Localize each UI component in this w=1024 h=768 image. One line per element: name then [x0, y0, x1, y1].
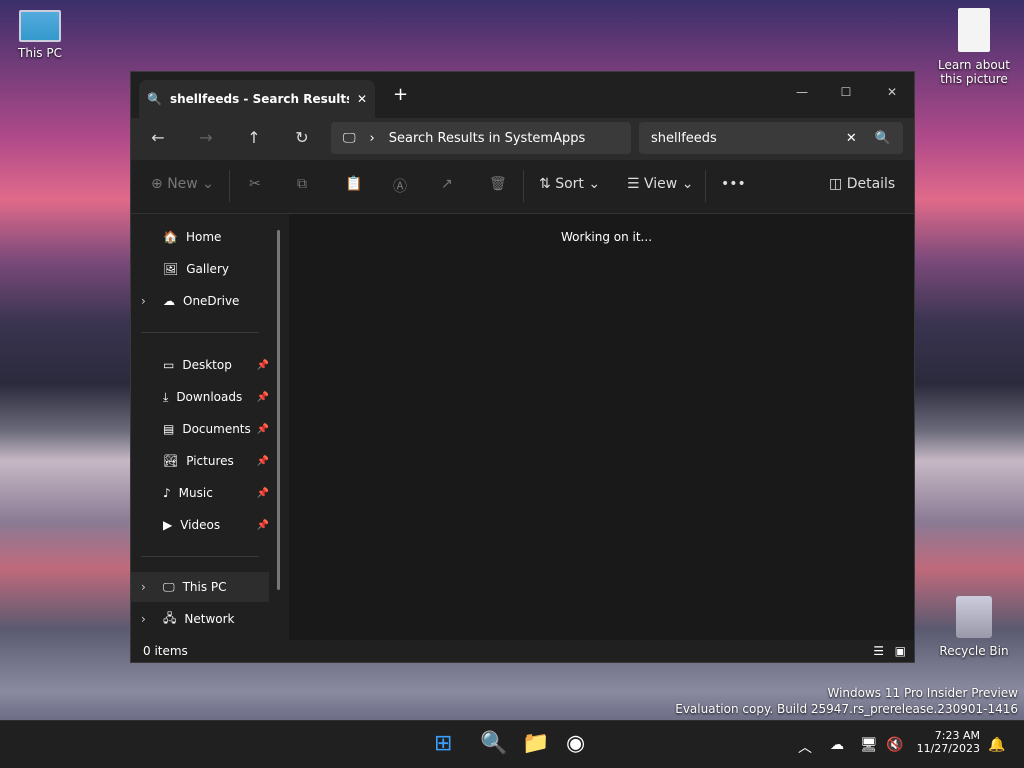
- sidebar-item-desktop[interactable]: ▭ Desktop 📌: [131, 350, 269, 380]
- chevron-right-icon[interactable]: ›: [141, 580, 146, 594]
- sidebar-item-pictures[interactable]: 🏞 Pictures 📌: [131, 446, 269, 476]
- pin-icon: 📌: [256, 487, 269, 499]
- chevron-right-icon[interactable]: ›: [141, 612, 146, 626]
- paste-icon[interactable]: 📋: [345, 176, 362, 192]
- refresh-button[interactable]: ↻: [289, 128, 315, 152]
- monitor-icon: 🖵: [343, 130, 356, 146]
- desktop-icon: ▭: [163, 358, 175, 372]
- watermark-line2: Evaluation copy. Build 25947.rs_prerelea…: [675, 702, 1018, 716]
- home-icon: 🏠: [163, 230, 178, 244]
- cloud-offline-icon[interactable]: ☁: [830, 737, 844, 753]
- clear-search-icon[interactable]: ✕: [846, 131, 857, 146]
- monitor-icon: 🖵: [163, 579, 175, 594]
- music-icon: ♪: [163, 486, 171, 500]
- chevron-right-icon: ›: [369, 130, 375, 146]
- search-icon[interactable]: 🔍: [875, 131, 891, 146]
- pictures-icon: 🏞: [163, 454, 179, 468]
- desktop-icon-recycle-bin[interactable]: Recycle Bin: [934, 596, 1014, 658]
- new-button[interactable]: ⊕ New ⌄: [151, 176, 214, 192]
- sidebar-item-downloads[interactable]: ⤓ Downloads 📌: [131, 382, 269, 412]
- minimize-button[interactable]: —: [779, 78, 825, 106]
- chrome-icon[interactable]: ◉: [566, 731, 585, 756]
- close-window-button[interactable]: ✕: [869, 78, 915, 106]
- desktop-icon-this-pc[interactable]: This PC: [0, 10, 80, 60]
- notification-bell-icon[interactable]: 🔔: [988, 737, 1005, 753]
- tiles-view-icon[interactable]: ▣: [895, 644, 906, 658]
- desktop-icon-learn[interactable]: Learn about this picture: [934, 8, 1014, 86]
- sort-button[interactable]: ⇅ Sort ⌄: [539, 176, 600, 192]
- share-icon[interactable]: ↗: [441, 176, 453, 192]
- start-icon[interactable]: ⊞: [434, 731, 452, 756]
- clock[interactable]: 7:23 AM 11/27/2023: [910, 729, 980, 755]
- file-icon: [958, 8, 990, 52]
- pin-icon: 📌: [256, 519, 269, 531]
- search-icon: 🔍: [147, 92, 162, 106]
- video-icon: ▶: [163, 518, 173, 532]
- pin-icon: 📌: [256, 455, 269, 467]
- new-tab-button[interactable]: +: [393, 84, 408, 105]
- sidebar-item-gallery[interactable]: 🖼 Gallery: [131, 254, 269, 284]
- taskbar: ⊞ 🔍 📁 ◉ ︿ ☁ 🖥 🔇 7:23 AM 11/27/2023 🔔: [0, 720, 1024, 768]
- navigation-pane: 🏠 Home 🖼 Gallery › ☁ OneDrive ▭ Desktop 📌 ⤓ Dow…: [131, 214, 289, 642]
- sidebar-item-music[interactable]: ♪ Music 📌: [131, 478, 269, 508]
- chevron-right-icon[interactable]: ›: [141, 294, 146, 308]
- rename-icon[interactable]: Ⓐ: [393, 176, 407, 196]
- details-button[interactable]: ◫ Details: [829, 176, 895, 192]
- back-button[interactable]: ←: [145, 128, 171, 152]
- view-button[interactable]: ☰ View ⌄: [627, 176, 693, 192]
- forward-button[interactable]: →: [193, 128, 219, 152]
- sidebar-item-this-pc[interactable]: › 🖵 This PC: [131, 572, 269, 602]
- content-area: Working on it...: [289, 214, 914, 642]
- delete-icon[interactable]: 🗑: [489, 176, 507, 192]
- file-explorer-window: 🔍 shellfeeds - Search Results in SystemA…: [130, 71, 915, 663]
- network-icon[interactable]: 🖥: [860, 737, 878, 753]
- monitor-icon: [19, 10, 61, 42]
- document-icon: ▤: [163, 422, 175, 436]
- more-options-icon[interactable]: •••: [721, 176, 746, 192]
- file-explorer-icon[interactable]: 📁: [522, 731, 549, 756]
- sidebar-item-home[interactable]: 🏠 Home: [131, 222, 269, 252]
- close-tab-icon[interactable]: ✕: [357, 92, 367, 106]
- cloud-icon: ☁: [163, 294, 175, 308]
- gallery-icon: 🖼: [163, 262, 179, 276]
- loading-message: Working on it...: [561, 230, 653, 244]
- pin-icon: 📌: [256, 359, 269, 371]
- copy-icon[interactable]: ⧉: [297, 176, 307, 192]
- network-icon: 🖧: [163, 610, 177, 625]
- address-bar[interactable]: 🖵 › Search Results in SystemApps: [331, 122, 631, 154]
- volume-muted-icon[interactable]: 🔇: [886, 737, 903, 753]
- search-input[interactable]: shellfeeds ✕ 🔍: [639, 122, 903, 154]
- maximize-button[interactable]: ☐: [823, 78, 869, 106]
- sidebar-item-onedrive[interactable]: › ☁ OneDrive: [131, 286, 269, 316]
- recycle-bin-icon: [956, 596, 992, 638]
- cut-icon[interactable]: ✂: [249, 176, 261, 192]
- up-button[interactable]: ↑: [241, 128, 267, 152]
- sidebar-item-videos[interactable]: ▶ Videos 📌: [131, 510, 269, 540]
- sidebar-item-documents[interactable]: ▤ Documents 📌: [131, 414, 269, 444]
- pin-icon: 📌: [256, 391, 269, 403]
- status-bar: 0 items ☰ ▣: [131, 640, 914, 662]
- scrollbar[interactable]: [277, 230, 280, 590]
- details-view-icon[interactable]: ☰: [873, 644, 884, 658]
- sidebar-item-network[interactable]: › 🖧 Network: [131, 604, 269, 634]
- chevron-up-icon[interactable]: ︿: [798, 737, 812, 757]
- download-icon: ⤓: [163, 389, 169, 404]
- tab-search-results[interactable]: 🔍 shellfeeds - Search Results in SystemA…: [139, 80, 375, 118]
- search-icon[interactable]: 🔍: [480, 731, 507, 756]
- pin-icon: 📌: [256, 423, 269, 435]
- watermark-line1: Windows 11 Pro Insider Preview: [827, 686, 1018, 700]
